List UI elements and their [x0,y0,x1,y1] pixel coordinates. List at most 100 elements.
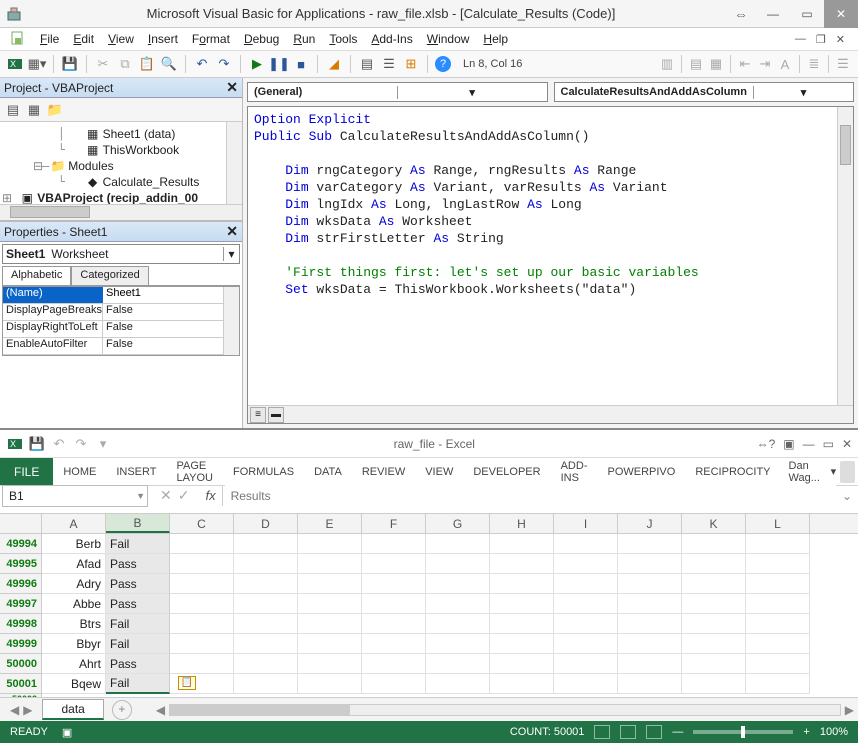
cell[interactable] [362,594,426,614]
cell[interactable] [490,554,554,574]
tree-hscrollbar[interactable] [0,204,242,220]
cell[interactable] [746,634,810,654]
ribbon-tab-home[interactable]: HOME [53,466,106,478]
cell[interactable] [682,614,746,634]
cell[interactable] [234,574,298,594]
prop-tab-categorized[interactable]: Categorized [71,266,148,285]
paste-icon[interactable]: 📋 [138,55,156,73]
ribbon-tab-review[interactable]: REVIEW [352,466,415,478]
cell[interactable] [490,574,554,594]
excel-close-button[interactable]: ✕ [842,437,852,451]
cell[interactable] [170,614,234,634]
cell[interactable] [554,554,618,574]
cell[interactable] [682,534,746,554]
formula-input[interactable] [225,485,836,507]
cell[interactable] [426,534,490,554]
prop-key[interactable]: (Name) [3,287,103,303]
view-excel-icon[interactable]: X [6,55,24,73]
col-header-h[interactable]: H [490,514,554,533]
col-header-l[interactable]: L [746,514,810,533]
excel-maximize-button[interactable]: ▭ [823,437,834,451]
menu-edit[interactable]: Edit [73,32,94,46]
col-header-a[interactable]: A [42,514,106,533]
qat-save-icon[interactable]: 💾 [28,435,46,453]
cell[interactable]: Btrs [42,614,106,634]
col-header-f[interactable]: F [362,514,426,533]
zoom-level[interactable]: 100% [820,726,848,738]
cell[interactable] [554,534,618,554]
cell[interactable] [298,594,362,614]
cell[interactable] [170,574,234,594]
view-object-icon[interactable]: ▦ [25,101,43,119]
col-header-k[interactable]: K [682,514,746,533]
ribbon-tab-insert[interactable]: INSERT [106,466,166,478]
table-row[interactable]: 49995AfadPass [0,554,858,574]
name-box[interactable]: B1 ▼ [2,485,148,507]
cell[interactable] [490,594,554,614]
cell[interactable]: Adry [42,574,106,594]
minimize-button[interactable]: — [756,0,790,28]
cut-icon[interactable]: ✂ [94,55,112,73]
cell[interactable]: Fail [106,614,170,634]
macro-record-icon[interactable]: ▣ [62,726,72,739]
row-header[interactable]: 50002 [0,694,42,697]
code-procedure-combo[interactable]: CalculateResultsAndAddAsColumn▾ [554,82,855,102]
cell[interactable] [234,594,298,614]
zoom-in-button[interactable]: + [803,726,809,738]
cell[interactable] [746,674,810,694]
row-header[interactable]: 49999 [0,634,42,654]
grid-body[interactable]: 49994BerbFail49995AfadPass49996AdryPass4… [0,534,858,697]
prop-value[interactable]: False [103,304,239,320]
close-button[interactable]: ✕ [824,0,858,28]
cell[interactable] [554,654,618,674]
cell[interactable]: Pass [106,654,170,674]
cell[interactable] [362,614,426,634]
code-object-combo[interactable]: (General)▾ [247,82,548,102]
cell[interactable] [618,674,682,694]
zoom-out-button[interactable]: — [672,726,683,738]
code-hscrollbar[interactable]: ≡ ▬ [248,405,853,423]
cell[interactable] [682,674,746,694]
undo-icon[interactable]: ↶ [193,55,211,73]
ribbon-tab-formulas[interactable]: FORMULAS [223,466,304,478]
cell[interactable] [490,634,554,654]
menu-format[interactable]: Format [192,32,230,46]
cell[interactable] [682,654,746,674]
chevron-down-icon[interactable]: ▾ [753,86,853,99]
sheet-nav-next[interactable]: ▶ [23,703,32,717]
code-vscrollbar[interactable] [837,107,853,405]
view-code-icon[interactable]: ▤ [4,101,22,119]
cell[interactable]: Ahrt [42,654,106,674]
reset-icon[interactable]: ■ [292,55,310,73]
code-editor[interactable]: Option Explicit Public Sub CalculateResu… [247,106,854,424]
ribbon-tab-file[interactable]: FILE [0,458,53,485]
child-minimize-button[interactable]: — [792,33,809,46]
cell[interactable]: Afad [42,554,106,574]
cell[interactable] [554,594,618,614]
save-icon[interactable]: 💾 [61,55,79,73]
cell[interactable] [234,634,298,654]
properties-close-button[interactable]: ✕ [226,223,238,240]
cell[interactable] [618,534,682,554]
cell[interactable] [234,534,298,554]
procedure-view-button[interactable]: ≡ [250,407,266,423]
child-restore-button[interactable]: ❐ [813,33,829,46]
cell[interactable]: Fail [106,534,170,554]
child-close-button[interactable]: ✕ [833,33,848,46]
normal-view-icon[interactable] [594,725,610,739]
cell[interactable] [618,614,682,634]
cell[interactable] [426,554,490,574]
row-header[interactable]: 50000 [0,654,42,674]
fx-icon[interactable]: fx [201,488,219,503]
cell[interactable]: Bqew [42,674,106,694]
cell[interactable] [170,594,234,614]
cell[interactable] [362,674,426,694]
edit-tb-icon3[interactable]: ▦ [707,55,725,73]
paste-options-icon[interactable]: 📋 [178,676,196,690]
full-module-view-button[interactable]: ▬ [268,407,284,423]
table-row[interactable]: 49994BerbFail [0,534,858,554]
ribbon-tab-view[interactable]: VIEW [415,466,463,478]
menu-help[interactable]: Help [483,32,508,46]
horizontal-scrollbar[interactable]: ◀ ▶ [152,703,858,717]
copy-icon[interactable]: ⧉ [116,55,134,73]
